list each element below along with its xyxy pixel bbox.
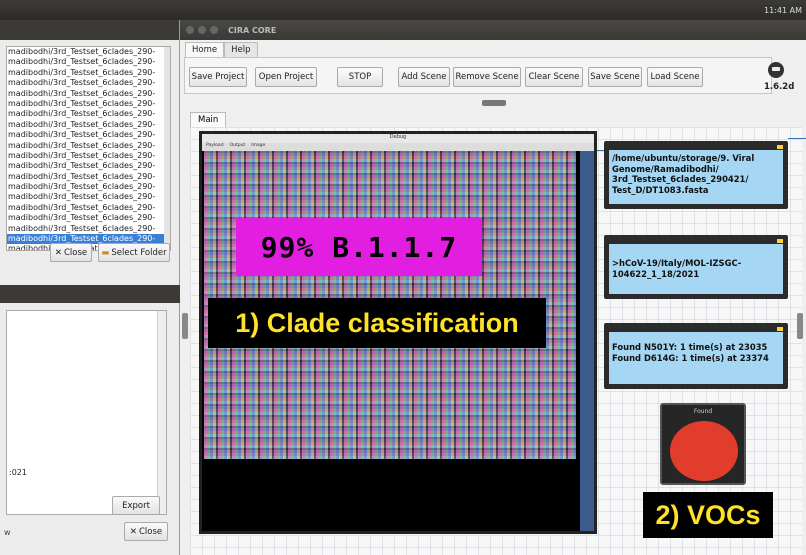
robot-icon [768,62,784,78]
menu-tabs: Home Help [185,42,258,57]
file-list-item[interactable]: madibodhi/3rd_Testset_6clades_290- [7,57,170,67]
folder-icon: ▬ [101,247,110,258]
file-list[interactable]: madibodhi/3rd_Testset_6clades_290- madibo… [6,46,171,251]
found-lamp [670,421,738,481]
mutations-text: Found N501Y: 1 time(s) at 23035 Found D6… [609,332,783,384]
section-divider [0,285,180,303]
select-folder-label: Select Folder [111,247,167,258]
right-splitter-handle[interactable] [797,313,803,339]
export-label: Export [122,500,150,511]
tab-image[interactable]: Image [251,143,265,151]
clade-classification-label: 1) Clade classification [208,298,546,348]
panel-resize-handle[interactable] [482,100,506,106]
found-title: Found [693,408,713,415]
remove-scene-button[interactable]: Remove Scene [453,67,521,87]
node-header [609,239,783,244]
file-list-item[interactable]: madibodhi/3rd_Testset_6clades_290- [7,182,170,192]
close-button-label: Close [63,247,88,258]
file-list-scrollbar[interactable] [164,47,170,250]
left-splitter-handle[interactable] [182,313,188,339]
system-top-bar: 11:41 AM [0,0,806,20]
status-text: w [4,528,11,537]
file-path-node[interactable]: /home/ubuntu/storage/9. Viral Genome/Ram… [604,141,788,209]
prediction-label: 99% B.1.1.7 [236,218,482,276]
mutation-line: Found N501Y: 1 time(s) at 23035 [612,342,768,352]
file-list-item[interactable]: madibodhi/3rd_Testset_6clades_290- [7,203,170,213]
tab-home[interactable]: Home [185,42,225,57]
file-list-item[interactable]: madibodhi/3rd_Testset_6clades_290- [7,213,170,223]
found-indicator-node[interactable]: Found [660,403,746,485]
tab-output[interactable]: Output [230,143,246,151]
file-list-item[interactable]: madibodhi/3rd_Testset_6clades_290- [7,224,170,234]
close-icon: ✕ [54,247,62,258]
file-dialog-titlebar [0,20,179,40]
desktop: 11:41 AM madibodhi/3rd_Testset_6clades_2… [0,0,806,555]
load-scene-button[interactable]: Load Scene [647,67,703,87]
mutations-node[interactable]: Found N501Y: 1 time(s) at 23035 Found D6… [604,323,788,389]
file-dialog-window: madibodhi/3rd_Testset_6clades_290- madibo… [0,20,180,555]
file-list-item[interactable]: madibodhi/3rd_Testset_6clades_290- [7,130,170,140]
node-folder-icon [777,239,783,243]
mutation-line: Found D614G: 1 time(s) at 23374 [612,352,769,363]
node-folder-icon [777,145,783,149]
sequence-header-node[interactable]: >hCoV-19/Italy/MOL-IZSGC-104622_1_18/202… [604,235,788,299]
window-maximize-icon[interactable] [210,26,218,34]
tab-help[interactable]: Help [224,42,258,57]
vocs-label: 2) VOCs [643,492,773,538]
file-list-item[interactable]: madibodhi/3rd_Testset_6clades_290- [7,172,170,182]
file-list-item[interactable]: madibodhi/3rd_Testset_6clades_290- [7,78,170,88]
tab-main[interactable]: Main [190,112,227,127]
file-list-item[interactable]: madibodhi/3rd_Testset_6clades_290- [7,161,170,171]
save-project-button[interactable]: Save Project [189,67,247,87]
file-list-item[interactable]: madibodhi/3rd_Testset_6clades_290- [7,68,170,78]
sequence-header-text: >hCoV-19/Italy/MOL-IZSGC-104622_1_18/202… [609,244,783,294]
file-list-item[interactable]: madibodhi/3rd_Testset_6clades_290- [7,141,170,151]
file-list-item[interactable]: madibodhi/3rd_Testset_6clades_290- [7,151,170,161]
save-scene-button[interactable]: Save Scene [588,67,642,87]
version-label: 1.6.2d [764,82,795,92]
node-header [609,327,783,332]
export-button[interactable]: Export [112,496,160,515]
window-minimize-icon[interactable] [198,26,206,34]
clear-scene-button[interactable]: Clear Scene [525,67,583,87]
close-button[interactable]: ✕ Close [50,243,92,262]
file-list-item[interactable]: madibodhi/3rd_Testset_6clades_290- [7,99,170,109]
toolbar: Save Project Open Project STOP Add Scene… [184,57,772,94]
debug-panel-title: Debug [202,134,594,143]
debug-panel-scrollbar[interactable] [580,151,594,531]
file-list-item[interactable]: madibodhi/3rd_Testset_6clades_290- [7,109,170,119]
file-path-text: /home/ubuntu/storage/9. Viral Genome/Ram… [609,150,783,204]
select-folder-button[interactable]: ▬ Select Folder [98,243,170,262]
tab-payload[interactable]: Payload [206,143,224,151]
add-scene-button[interactable]: Add Scene [398,67,450,87]
node-header [609,145,783,150]
file-list-item[interactable]: madibodhi/3rd_Testset_6clades_290- [7,120,170,130]
prediction-text: 99% B.1.1.7 [260,230,458,264]
close-button-2-label: Close [138,526,163,537]
file-list-item[interactable]: madibodhi/3rd_Testset_6clades_290- [7,89,170,99]
text-area-value: :021 [9,468,27,477]
output-text-area[interactable]: :021 [6,310,167,515]
cira-titlebar: CIRA CORE [180,20,806,40]
text-area-scrollbar[interactable] [157,311,166,514]
file-list-item[interactable]: madibodhi/3rd_Testset_6clades_290- [7,47,170,57]
close-button-2[interactable]: ✕ Close [124,522,168,541]
node-folder-icon [777,327,783,331]
debug-panel-tabs: Payload Output Image [202,143,594,151]
window-title: CIRA CORE [228,25,277,35]
window-close-icon[interactable] [186,26,194,34]
connector-line [788,138,806,139]
stop-button[interactable]: STOP [337,67,383,87]
system-clock: 11:41 AM [764,6,802,15]
file-list-item[interactable]: madibodhi/3rd_Testset_6clades_290- [7,192,170,202]
close-icon: ✕ [129,526,137,537]
open-project-button[interactable]: Open Project [255,67,317,87]
